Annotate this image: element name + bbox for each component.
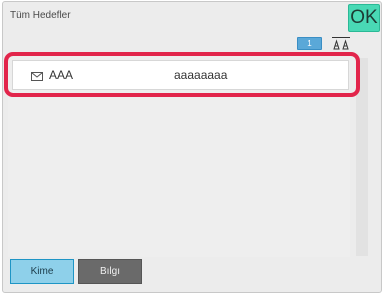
ok-button[interactable]: OK <box>348 4 380 32</box>
page-title: Tüm Hedefler <box>10 10 71 21</box>
list-item[interactable]: AAA aaaaaaaa <box>12 60 349 90</box>
destination-name: AAA <box>49 68 74 82</box>
sort-az-icon[interactable] <box>330 36 352 52</box>
destination-address: aaaaaaaa <box>174 68 228 82</box>
tab-to[interactable]: Kime <box>10 259 74 284</box>
envelope-icon <box>31 72 43 81</box>
page-number-badge: 1 <box>297 37 322 50</box>
scrollbar[interactable] <box>356 58 368 256</box>
tab-cc[interactable]: Bılgı <box>78 259 142 284</box>
